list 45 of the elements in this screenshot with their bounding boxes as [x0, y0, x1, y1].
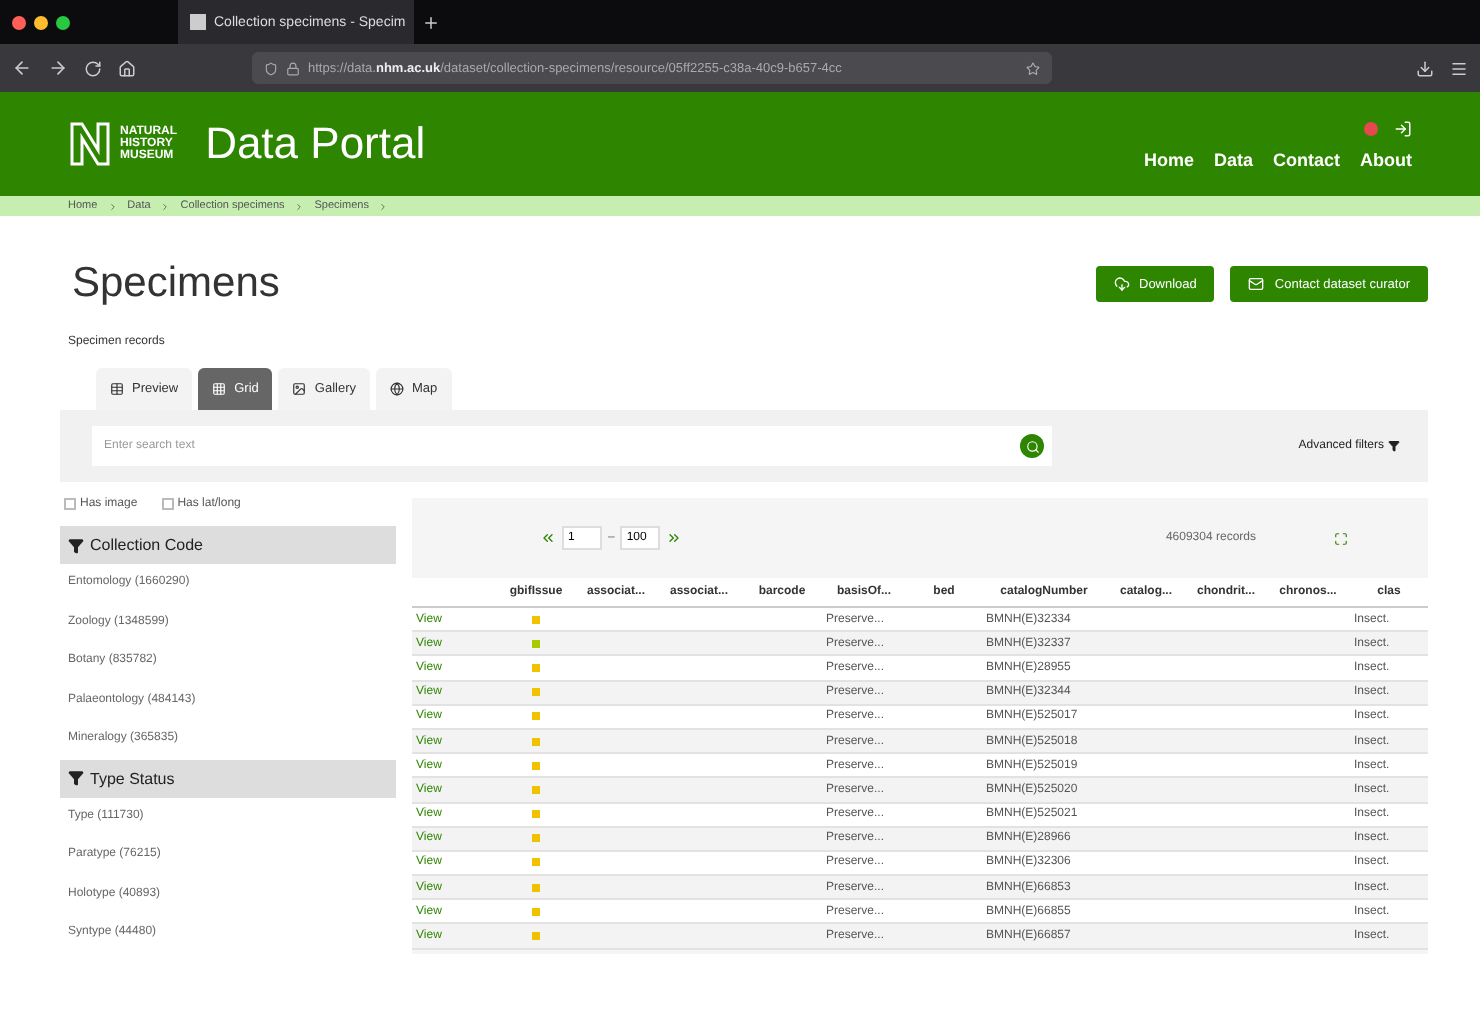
chevron-icon: [378, 201, 389, 211]
fullscreen-icon[interactable]: [1334, 531, 1348, 545]
facet-header[interactable]: Type Status: [60, 759, 396, 797]
nav-link[interactable]: Home: [1143, 149, 1194, 169]
chevron-icon: [160, 201, 171, 211]
zoom-window-button[interactable]: [56, 15, 70, 29]
forward-icon[interactable]: [48, 58, 68, 78]
facet-title: Collection Code: [90, 536, 203, 554]
search-icon: [1025, 439, 1039, 453]
close-window-button[interactable]: [12, 15, 26, 29]
checkbox[interactable]: [161, 498, 174, 510]
home-icon[interactable]: [118, 59, 136, 77]
new-tab-icon[interactable]: [422, 13, 440, 31]
nav-link[interactable]: Contact: [1273, 149, 1340, 169]
globe-icon: [390, 382, 404, 396]
table-icon: [110, 382, 124, 396]
favicon-icon: [190, 14, 206, 30]
filter-icon: [68, 770, 84, 786]
next-page-icon[interactable]: [666, 530, 683, 546]
reload-icon[interactable]: [84, 59, 102, 77]
grid-icon: [212, 382, 227, 396]
minimize-window-button[interactable]: [34, 15, 48, 29]
nav-link[interactable]: Data: [1213, 149, 1253, 169]
image-icon: [292, 382, 307, 396]
shield-icon: [264, 61, 278, 75]
nav-link[interactable]: About: [1360, 149, 1412, 169]
download-icon[interactable]: [1416, 59, 1434, 77]
checkbox[interactable]: [64, 498, 76, 510]
chevron-icon: [294, 201, 305, 211]
cloud-download-icon: [1113, 276, 1129, 292]
mail-icon: [1248, 276, 1265, 292]
page-title: Specimens: [72, 260, 280, 308]
facet-title: Type Status: [90, 769, 175, 787]
back-icon[interactable]: [12, 58, 32, 78]
lock-icon: [286, 61, 300, 75]
site-title: Data Portal: [205, 118, 426, 170]
chevron-icon: [107, 201, 118, 211]
menu-icon[interactable]: [1450, 59, 1468, 77]
filter-icon: [68, 537, 84, 553]
museum-logo-icon: [68, 120, 112, 168]
star-icon[interactable]: [1026, 61, 1040, 75]
facet-header[interactable]: Collection Code: [60, 526, 396, 564]
login-icon[interactable]: [1394, 119, 1412, 137]
filter-icon: [1388, 440, 1400, 452]
first-page-icon[interactable]: [540, 530, 556, 546]
